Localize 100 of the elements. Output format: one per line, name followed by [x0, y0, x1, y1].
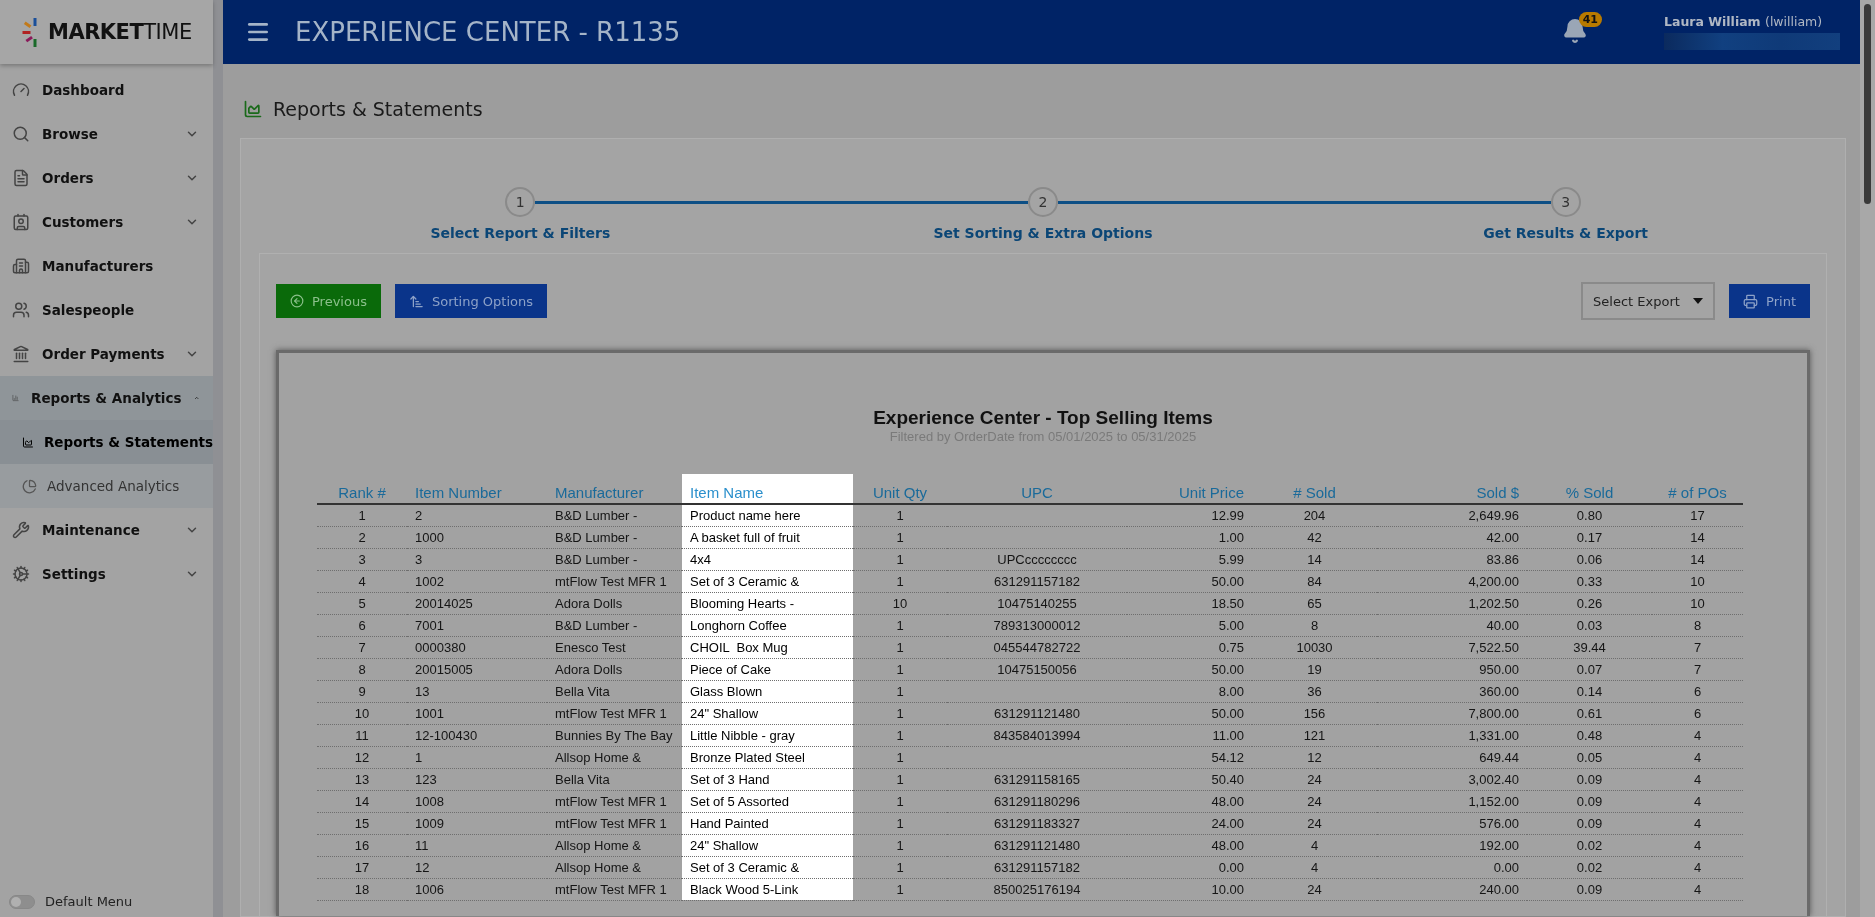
scroll-bar[interactable]: [1860, 0, 1875, 917]
table-cell: 240.00: [1377, 878, 1527, 900]
table-cell: 4: [317, 570, 407, 592]
toggle-switch[interactable]: [9, 894, 35, 909]
table-cell: 631291121480: [947, 702, 1127, 724]
table-cell: 3,002.40: [1377, 768, 1527, 790]
table-cell: 4,200.00: [1377, 570, 1527, 592]
sidebar-item[interactable]: Orders: [0, 156, 213, 200]
table-cell: 12: [407, 856, 547, 878]
table-cell: 24: [1252, 768, 1377, 790]
table-cell: 1: [853, 790, 947, 812]
table-cell: 0.00: [1127, 856, 1252, 878]
table-cell: 14: [1652, 548, 1743, 570]
table-cell: 6: [1652, 680, 1743, 702]
sidebar-item[interactable]: Salespeople: [0, 288, 213, 332]
table-cell: 11: [407, 834, 547, 856]
table-cell: 50.00: [1127, 570, 1252, 592]
table-cell: 24: [1252, 878, 1377, 900]
sidebar-subitem[interactable]: Reports & Statements: [0, 420, 213, 464]
print-button[interactable]: Print: [1729, 284, 1810, 318]
table-cell: 4: [1652, 768, 1743, 790]
table-cell: 1008: [407, 790, 547, 812]
table-cell: 4: [1652, 724, 1743, 746]
table-cell: 10030: [1252, 636, 1377, 658]
table-cell: 4: [1652, 790, 1743, 812]
building-icon: [12, 257, 30, 275]
table-cell: Bronze Plated Steel: [682, 746, 853, 768]
table-cell: 0.17: [1527, 526, 1652, 548]
sidebar-item[interactable]: Manufacturers: [0, 244, 213, 288]
table-cell: 4: [1652, 812, 1743, 834]
table-cell: 24: [1252, 812, 1377, 834]
table-cell: 24: [1252, 790, 1377, 812]
table-cell: 1: [853, 570, 947, 592]
table-cell: 0.07: [1527, 658, 1652, 680]
step-label: Set Sorting & Extra Options: [933, 225, 1153, 241]
column-header[interactable]: Item Name: [682, 474, 853, 504]
sidebar-item[interactable]: Maintenance: [0, 508, 213, 552]
table-cell: 11.00: [1127, 724, 1252, 746]
sidebar-subitem[interactable]: Advanced Analytics: [0, 464, 213, 508]
user-name[interactable]: Laura William (lwilliam): [1664, 14, 1823, 29]
step-label: Get Results & Export: [1483, 225, 1649, 241]
gauge-icon: [12, 81, 30, 99]
table-cell: 48.00: [1127, 834, 1252, 856]
table-cell: 10: [853, 592, 947, 614]
table-cell: 631291157182: [947, 856, 1127, 878]
table-cell: 631291157182: [947, 570, 1127, 592]
table-cell: 1000: [407, 526, 547, 548]
table-cell: 789313000012: [947, 614, 1127, 636]
previous-button[interactable]: Previous: [276, 284, 381, 318]
export-select[interactable]: Select Export: [1581, 282, 1716, 320]
sidebar-item[interactable]: Settings: [0, 552, 213, 596]
table-cell: 11: [317, 724, 407, 746]
table-cell: 0.75: [1127, 636, 1252, 658]
table-cell: Piece of Cake: [682, 658, 853, 680]
sidebar-item[interactable]: Reports & Analytics: [0, 376, 213, 420]
table-cell: 16: [317, 834, 407, 856]
sidebar-item[interactable]: Order Payments: [0, 332, 213, 376]
table-cell: 5.99: [1127, 548, 1252, 570]
table-cell: 17: [317, 856, 407, 878]
table-cell: 0.03: [1527, 614, 1652, 636]
table-cell: 1006: [407, 878, 547, 900]
sidebar-item[interactable]: Customers: [0, 200, 213, 244]
table-cell: 1: [853, 724, 947, 746]
sidebar-item[interactable]: Dashboard: [0, 68, 213, 112]
table-cell: 13: [317, 768, 407, 790]
sidebar-item[interactable]: Browse: [0, 112, 213, 156]
table-cell: 1: [853, 702, 947, 724]
table-cell: 17: [1652, 504, 1743, 526]
table-cell: Hand Painted: [682, 812, 853, 834]
wrench-icon: [12, 521, 30, 539]
table-cell: 1001: [407, 702, 547, 724]
table-cell: 0.09: [1527, 768, 1652, 790]
table-cell: 6: [1652, 702, 1743, 724]
table-cell: 0.14: [1527, 680, 1652, 702]
table-cell: UPCcccccccc: [947, 548, 1127, 570]
table-cell: 7001: [407, 614, 547, 636]
table-cell: 7,800.00: [1377, 702, 1527, 724]
table-cell: 8: [317, 658, 407, 680]
table-cell: 045544782722: [947, 636, 1127, 658]
table-cell: 83.86: [1377, 548, 1527, 570]
people-icon: [12, 301, 30, 319]
table-cell: 4: [1652, 834, 1743, 856]
report-title: Experience Center - Top Selling Items: [873, 407, 1213, 429]
table-cell: 1: [317, 504, 407, 526]
column-header[interactable]: Sold $: [1377, 474, 1527, 504]
sorting-options-button[interactable]: Sorting Options: [394, 284, 547, 318]
app-title: EXPERIENCE CENTER - R1135: [295, 17, 682, 47]
table-cell: Set of 3 Ceramic &: [682, 570, 853, 592]
table-cell: 12-100430: [407, 724, 547, 746]
step-number: 3: [1550, 187, 1581, 217]
table-cell: 50.00: [1127, 658, 1252, 680]
column-header[interactable]: % Sold: [1527, 474, 1652, 504]
table-cell: 1: [853, 614, 947, 636]
table-cell: 39.44: [1527, 636, 1652, 658]
table-cell: 8.00: [1127, 680, 1252, 702]
table-cell: 0.09: [1527, 812, 1652, 834]
table-cell: 192.00: [1377, 834, 1527, 856]
table-cell: 1,152.00: [1377, 790, 1527, 812]
table-cell: 5: [317, 592, 407, 614]
table-cell: 4: [1652, 856, 1743, 878]
